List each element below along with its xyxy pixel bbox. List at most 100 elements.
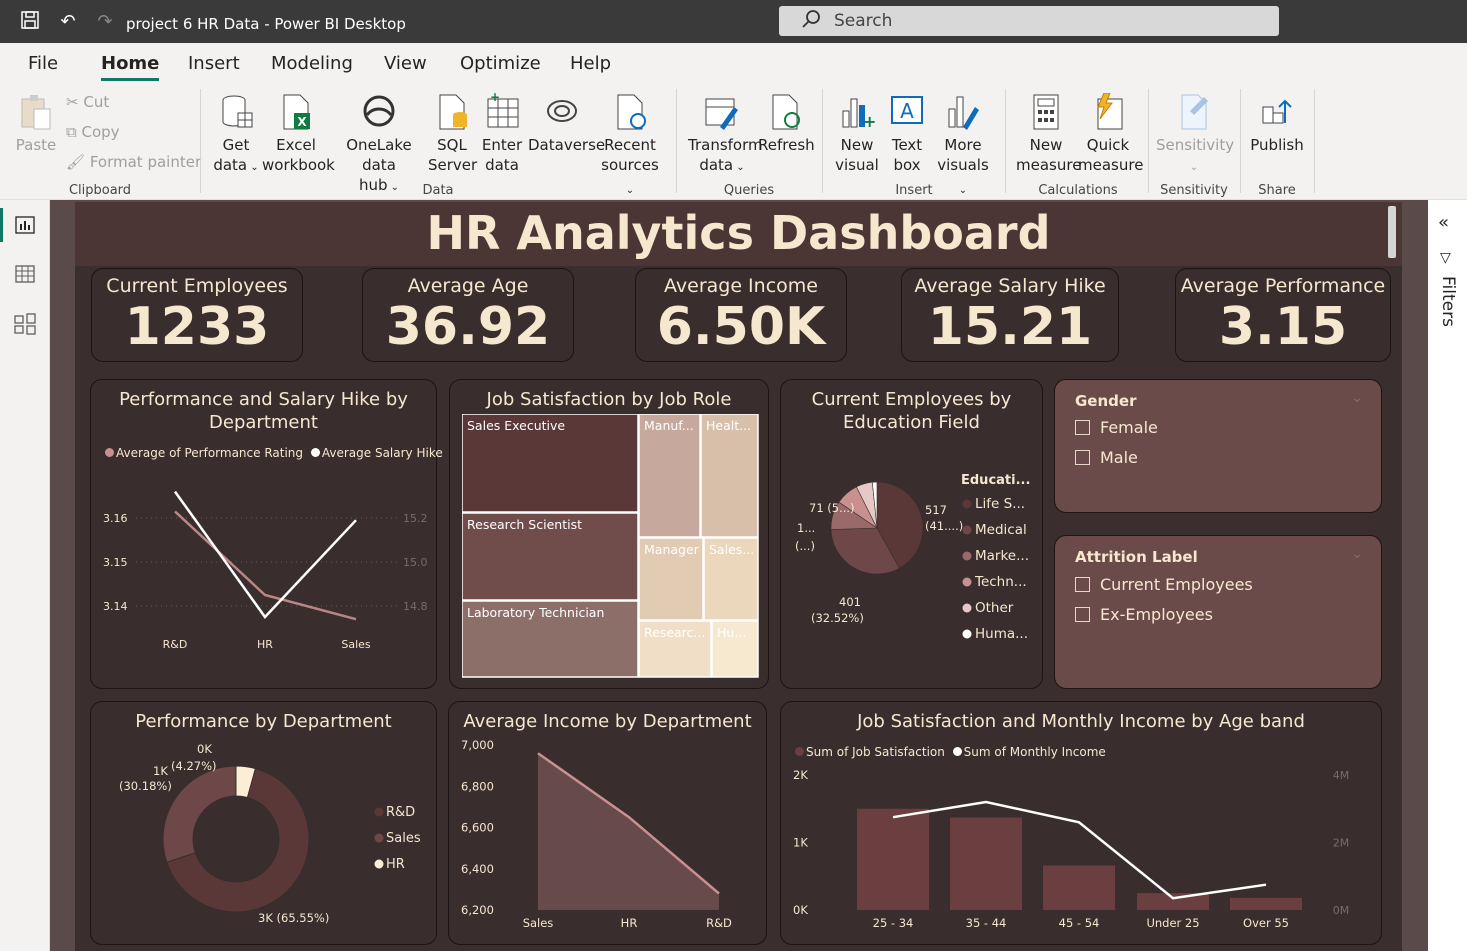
redo-icon[interactable]: ↷ [93,10,117,34]
job-satisfaction-treemap-panel[interactable]: Job Satisfaction by Job Role Sales Execu… [449,379,769,689]
undo-icon[interactable]: ↶ [56,10,80,34]
new-visual-button[interactable]: + New visual [834,93,880,175]
checkbox[interactable] [1075,420,1090,435]
new-measure-button[interactable]: New measure [1016,93,1081,175]
report-view-icon[interactable] [13,213,37,237]
chevron-down-icon[interactable]: ⌄ [1351,546,1363,562]
bar [857,808,929,910]
paste-button[interactable]: Paste [14,93,58,155]
kpi-card-current-employees[interactable]: Current Employees 1233 [91,268,303,362]
publish-button[interactable]: Publish [1248,93,1306,155]
search-box[interactable]: Search [779,6,1279,36]
attrition-slicer[interactable]: Attrition Label ⌄ Current Employees Ex-E… [1054,535,1382,689]
kpi-label: Average Performance [1180,275,1386,297]
menu-help[interactable]: Help [570,53,611,74]
menu-insert[interactable]: Insert [188,53,240,74]
dataverse-button[interactable]: Dataverse [528,93,605,155]
data-label: (32.52%) [811,611,864,625]
kpi-card-average-performance[interactable]: Average Performance 3.15 [1175,268,1391,362]
treemap-label: Researc... [644,625,705,640]
sensitivity-icon [1181,94,1208,130]
transform-data-button[interactable]: Transform data ⌄ [688,93,763,178]
gender-slicer[interactable]: Gender ⌄ Female Male [1054,379,1382,513]
y-tick-label: 3.16 [103,512,128,525]
legend-marker [962,551,972,561]
kpi-card-average-age[interactable]: Average Age 36.92 [362,268,574,362]
age-band-combo-chart: 2K 1K 0K 4M 2M 0M 25 - 34 35 - 44 45 - 54 Under 2… [793,768,1350,930]
kpi-value: 1233 [124,297,270,357]
menu-home[interactable]: Home [101,53,160,81]
bar-chart-icon: + [842,98,875,131]
legend-marker [962,603,972,613]
treemap-label: Healt... [706,418,751,433]
legend-label: Sum of Monthly Income [963,745,1106,759]
y2-tick-label: 4M [1333,769,1350,782]
avg-income-area-panel[interactable]: Average Income by Department 7,000 6,800 6… [448,701,767,945]
legend-label: Huma... [975,626,1028,642]
perf-dept-donut-panel[interactable]: Performance by Department 0K (4.27%) 1K (30… [90,701,437,945]
data-label: (41....) [925,519,963,533]
slicer-option-male[interactable]: Male [1075,448,1138,467]
x-tick-label: 45 - 54 [1059,916,1100,930]
kpi-card-average-income[interactable]: Average Income 6.50K [635,268,847,362]
dataverse-label: Dataverse [528,136,606,154]
slicer-option-label: Female [1100,418,1158,437]
chart-title-line-1: Current Employees by [811,389,1012,410]
excel-icon: X [283,94,310,130]
perf-salary-chart-panel[interactable]: Performance and Salary Hike by Department… [90,379,443,689]
menu-modeling[interactable]: Modeling [271,53,353,74]
donut-slice [162,765,237,863]
transform-label-2: data [699,156,734,174]
search-placeholder: Search [834,11,893,31]
scissors-icon: ✂ [66,93,79,111]
scrollbar-thumb[interactable] [1388,206,1396,258]
chevron-down-icon: ⌄ [1189,162,1199,173]
y-tick-label: 6,800 [461,779,494,793]
kpi-card-average-salary-hike[interactable]: Average Salary Hike 15.21 [901,268,1119,362]
refresh-label: Refresh [758,136,815,154]
save-icon[interactable] [18,10,42,34]
recent-sources-button[interactable]: Recent sources ⌄ [598,93,662,201]
model-view-icon[interactable] [13,312,37,336]
quick-measure-button[interactable]: Quick measure [1078,93,1143,175]
table-view-icon[interactable] [13,262,37,286]
menu-optimize[interactable]: Optimize [460,53,541,74]
refresh-button[interactable]: Refresh [758,93,815,155]
format-painter-button[interactable]: 🖌 Format painter [66,153,201,171]
age-band-combo-panel[interactable]: Job Satisfaction and Monthly Income by A… [780,701,1382,945]
group-share: Share [1258,183,1296,198]
treemap-label: Sales Executive [467,418,565,433]
slicer-option-current-employees[interactable]: Current Employees [1075,575,1253,594]
excel-workbook-button[interactable]: X Excel workbook [262,93,335,175]
enter-data-button[interactable]: + Enter data [478,93,526,175]
filters-label[interactable]: Filters [1438,276,1458,327]
data-label: (30.18%) [119,779,172,793]
menu-file[interactable]: File [28,53,58,74]
chevron-down-icon[interactable]: ⌄ [1351,390,1363,406]
cut-button[interactable]: ✂ Cut [66,93,109,111]
kpi-value: 36.92 [385,297,551,357]
menu-view[interactable]: View [384,53,427,74]
x-tick-label: 25 - 34 [873,916,914,930]
publish-icon [1262,99,1292,124]
legend-marker [962,525,972,535]
treemap-label: Laboratory Technician [467,605,604,620]
sql-server-button[interactable]: SQL Server [428,93,477,175]
slicer-option-ex-employees[interactable]: Ex-Employees [1075,605,1213,624]
copy-button[interactable]: ⧉ Copy [66,123,120,141]
sensitivity-button[interactable]: Sensitivity ⌄ [1156,93,1234,178]
x-tick-label: R&D [163,638,188,651]
education-pie-panel[interactable]: Current Employees by Education Field 517 (… [780,379,1043,689]
slicer-option-female[interactable]: Female [1075,418,1158,437]
copy-label: Copy [81,123,120,141]
collapse-icon[interactable]: « [1438,212,1449,233]
checkbox[interactable] [1075,577,1090,592]
text-box-label-2: box [893,156,921,174]
get-data-button[interactable]: Get data ⌄ [210,93,262,178]
checkbox[interactable] [1075,450,1090,465]
checkbox[interactable] [1075,607,1090,622]
text-box-button[interactable]: A Text box [884,93,930,175]
svg-text:+: + [490,93,500,104]
slicer-option-label: Ex-Employees [1100,605,1213,624]
x-tick-label: Under 25 [1146,916,1199,930]
